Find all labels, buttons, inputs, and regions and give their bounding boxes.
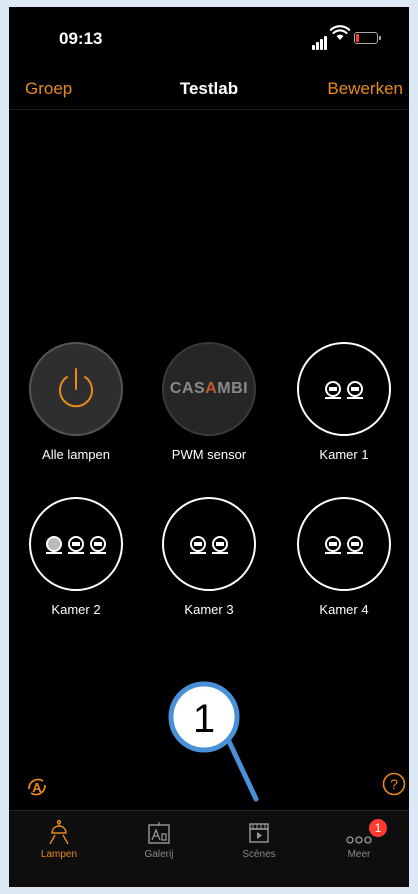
tab-label: Scènes bbox=[242, 849, 276, 860]
tab-bar: Lampen Galerij Scènes 1 Meer bbox=[9, 810, 409, 887]
scenes-icon bbox=[249, 823, 269, 843]
more-icon bbox=[346, 836, 372, 844]
lamp-icon bbox=[49, 819, 69, 845]
tab-scenes[interactable]: Scènes bbox=[209, 819, 309, 860]
phone-screen: 09:13 Groep Testlab Bewerken Alle lampen bbox=[9, 7, 409, 887]
help-icon[interactable]: ? bbox=[382, 772, 406, 796]
tab-label: Galerij bbox=[144, 849, 174, 860]
tab-galerij[interactable]: Galerij bbox=[109, 819, 209, 860]
svg-text:A: A bbox=[32, 780, 42, 795]
annotation-callout: 1 bbox=[168, 681, 259, 802]
tab-label: Meer bbox=[347, 849, 371, 860]
svg-text:?: ? bbox=[390, 776, 398, 792]
tab-lampen[interactable]: Lampen bbox=[9, 819, 109, 860]
gallery-icon bbox=[148, 822, 170, 844]
auto-mode-icon[interactable]: A bbox=[25, 775, 49, 799]
tab-label: Lampen bbox=[40, 849, 78, 860]
annotation-number: 1 bbox=[193, 697, 215, 741]
notification-badge: 1 bbox=[369, 819, 387, 837]
tab-meer[interactable]: 1 Meer bbox=[309, 819, 409, 860]
